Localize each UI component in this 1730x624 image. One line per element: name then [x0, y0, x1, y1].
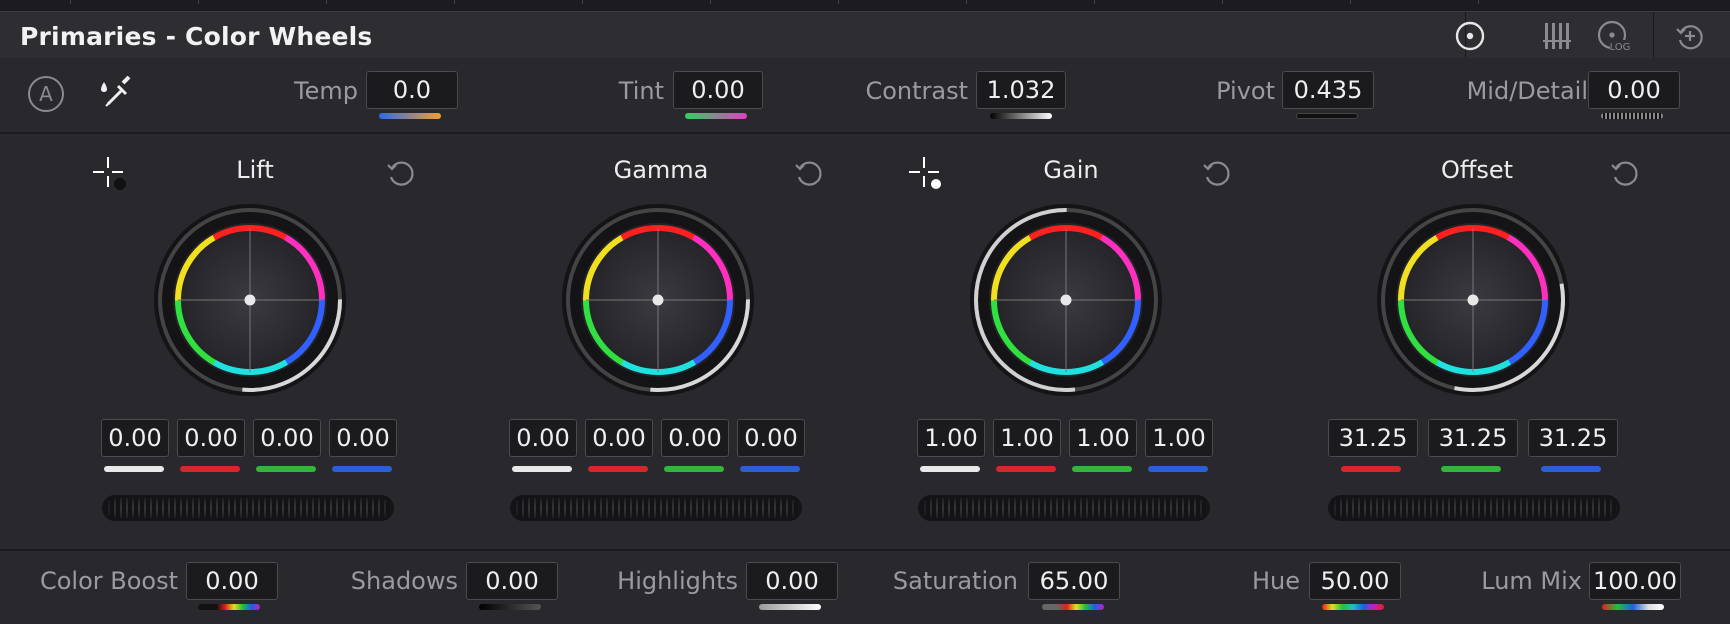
mid-detail-label: Mid/Detail [1466, 77, 1588, 105]
lift-red-bar [180, 466, 240, 472]
lift-title: Lift [236, 156, 274, 184]
gain-blue-bar [1148, 466, 1208, 472]
panel-header: Primaries - Color Wheels LOG [0, 12, 1730, 59]
offset-red-field[interactable]: 31.25 [1328, 419, 1418, 457]
offset-red-bar [1341, 466, 1401, 472]
lift-blue-bar [332, 466, 392, 472]
gain-master-bar [920, 466, 980, 472]
gain-reset-icon[interactable] [1200, 156, 1234, 190]
lum-mix-label: Lum Mix [1481, 567, 1582, 595]
eyedropper-icon[interactable] [94, 72, 134, 112]
pivot-slider[interactable] [1296, 113, 1358, 119]
pivot-field[interactable]: 0.435 [1282, 71, 1374, 109]
hue-field[interactable]: 50.00 [1309, 562, 1401, 600]
temp-field[interactable]: 0.0 [366, 71, 458, 109]
gain-picker-icon[interactable] [906, 157, 946, 197]
gain-color-wheel[interactable] [966, 200, 1166, 400]
bottom-parameters-bar: Color Boost 0.00 Shadows 0.00 Highlights… [0, 549, 1730, 624]
gamma-master-field[interactable]: 0.00 [509, 419, 577, 457]
offset-blue-bar [1541, 466, 1601, 472]
shadows-field[interactable]: 0.00 [466, 562, 558, 600]
lift-master-bar [104, 466, 164, 472]
log-mode-icon[interactable]: LOG [1596, 20, 1630, 53]
lift-master-field[interactable]: 0.00 [101, 419, 169, 457]
gain-green-bar [1072, 466, 1132, 472]
gain-green-field[interactable]: 1.00 [1069, 419, 1137, 457]
contrast-field[interactable]: 1.032 [976, 71, 1066, 109]
highlights-field[interactable]: 0.00 [746, 562, 838, 600]
lift-blue-field[interactable]: 0.00 [329, 419, 397, 457]
shadows-slider[interactable] [479, 604, 541, 610]
lift-green-field[interactable]: 0.00 [253, 419, 321, 457]
gain-red-field[interactable]: 1.00 [993, 419, 1061, 457]
contrast-label: Contrast [865, 77, 968, 105]
color-boost-slider[interactable] [198, 604, 260, 610]
bars-mode-icon[interactable] [1540, 20, 1574, 52]
lum-mix-slider[interactable] [1602, 604, 1664, 610]
lift-master-wheel[interactable] [102, 495, 394, 521]
svg-text:LOG: LOG [1610, 42, 1630, 53]
gain-blue-field[interactable]: 1.00 [1145, 419, 1213, 457]
saturation-slider[interactable] [1042, 604, 1104, 610]
svg-text:A: A [39, 82, 53, 106]
contrast-slider[interactable] [990, 113, 1052, 119]
gamma-green-bar [664, 466, 724, 472]
color-boost-field[interactable]: 0.00 [186, 562, 278, 600]
gamma-red-bar [588, 466, 648, 472]
mid-detail-slider[interactable] [1601, 113, 1663, 119]
color-wheels-mode-icon[interactable] [1453, 20, 1487, 52]
gamma-blue-bar [740, 466, 800, 472]
pivot-label: Pivot [1216, 77, 1275, 105]
gamma-title: Gamma [613, 156, 709, 184]
offset-reset-icon[interactable] [1608, 156, 1642, 190]
top-parameters-bar: A Temp 0.0 Tint 0.00 Contrast 1.032 Pivo… [0, 58, 1730, 134]
offset-green-field[interactable]: 31.25 [1428, 419, 1518, 457]
shadows-label: Shadows [350, 567, 458, 595]
saturation-field[interactable]: 65.00 [1028, 562, 1120, 600]
saturation-label: Saturation [892, 567, 1018, 595]
gamma-green-field[interactable]: 0.00 [661, 419, 729, 457]
offset-green-bar [1441, 466, 1501, 472]
gamma-master-wheel[interactable] [510, 495, 802, 521]
gamma-master-bar [512, 466, 572, 472]
temp-slider[interactable] [379, 113, 441, 119]
gain-master-field[interactable]: 1.00 [917, 419, 985, 457]
temp-label: Temp [294, 77, 358, 105]
tint-slider[interactable] [685, 113, 747, 119]
lum-mix-field[interactable]: 100.00 [1589, 562, 1681, 600]
gamma-blue-field[interactable]: 0.00 [737, 419, 805, 457]
gain-red-bar [996, 466, 1056, 472]
top-timeline-strip [0, 0, 1730, 12]
lift-red-field[interactable]: 0.00 [177, 419, 245, 457]
lift-picker-icon[interactable] [90, 157, 130, 197]
tint-label: Tint [618, 77, 664, 105]
lift-color-wheel[interactable] [150, 200, 350, 400]
panel-title: Primaries - Color Wheels [20, 22, 373, 51]
offset-color-wheel[interactable] [1373, 200, 1573, 400]
hue-label: Hue [1251, 567, 1300, 595]
offset-title: Offset [1440, 156, 1514, 184]
gain-title: Gain [1043, 156, 1099, 184]
gamma-reset-icon[interactable] [792, 156, 826, 190]
offset-master-wheel[interactable] [1328, 495, 1620, 521]
gamma-color-wheel[interactable] [558, 200, 758, 400]
hue-slider[interactable] [1322, 604, 1384, 610]
auto-balance-button[interactable]: A [26, 74, 66, 114]
lift-reset-icon[interactable] [384, 156, 418, 190]
color-boost-label: Color Boost [39, 567, 178, 595]
mid-detail-field[interactable]: 0.00 [1588, 71, 1680, 109]
lift-green-bar [256, 466, 316, 472]
color-wheels-area: Lift 0.00 0.00 0.00 0.00 Gamma 0.00 0.00… [0, 134, 1730, 548]
reset-all-icon[interactable] [1673, 20, 1707, 52]
highlights-label: Highlights [617, 567, 738, 595]
highlights-slider[interactable] [759, 604, 821, 610]
offset-blue-field[interactable]: 31.25 [1528, 419, 1618, 457]
tint-field[interactable]: 0.00 [673, 71, 763, 109]
gain-master-wheel[interactable] [918, 495, 1210, 521]
gamma-red-field[interactable]: 0.00 [585, 419, 653, 457]
